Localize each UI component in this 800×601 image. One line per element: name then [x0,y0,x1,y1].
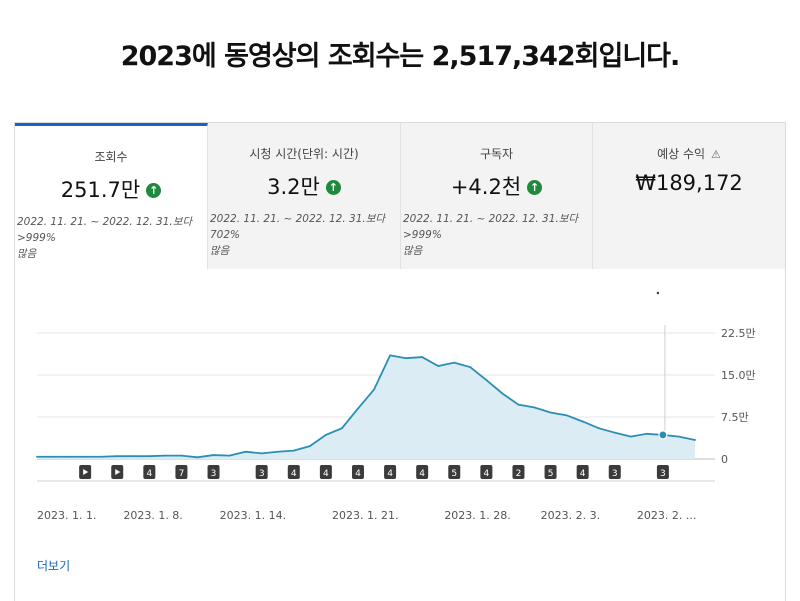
video-marker-label: 4 [291,469,297,479]
arrow-up-icon: ↑ [325,180,341,195]
data-point [212,454,215,456]
y-tick-label: 22.5만 [721,327,756,340]
metric-value: 3.2만 ↑ [208,171,400,201]
data-point [549,411,552,414]
data-point [421,356,424,358]
analytics-panel: 조회수 251.7만 ↑ 2022. 11. 21. ~ 2022. 12. 31… [14,122,786,601]
data-point [324,434,327,436]
data-point [292,449,295,452]
arrow-up-icon: ↑ [527,180,543,195]
data-point [437,365,440,367]
data-point [357,407,359,410]
video-marker-label: 5 [548,469,554,479]
data-point [341,427,343,430]
x-tick-label: 2023. 1. 28. [444,509,510,522]
metric-label: 구독자 [479,147,514,161]
video-marker-label: 4 [355,469,361,479]
data-point [453,361,456,364]
series-area [37,355,695,459]
data-point [68,455,70,458]
x-tick-label: 2023. 1. 21. [332,509,398,522]
data-point [501,392,504,395]
video-marker-label: 4 [580,469,586,479]
data-point [678,435,680,438]
highlight-point [658,430,668,440]
data-point [613,431,616,434]
data-point [373,388,375,391]
data-point [100,455,103,458]
video-marker-label: 5 [451,469,457,479]
data-point [565,414,568,417]
x-tick-label: 2023. 1. 14. [220,509,286,522]
data-point [469,366,472,369]
chart-area: 0 7.5만 15.0만 22.5만 4 7 3 3 4 4 4 4 4 5 4 2 5 4 3 3 2023. 1. … [15,269,785,569]
data-point [180,454,183,457]
metric-label: 조회수 [94,150,128,164]
data-point [485,379,488,381]
y-tick-label: 0 [721,453,728,466]
more-link[interactable]: 더보기 [37,557,70,574]
data-point [52,455,54,458]
video-marker-label: 3 [660,469,666,479]
page-headline: 2023에 동영상의 조회수는 2,517,342회입니다. [120,41,681,72]
warning-icon: ⚠ [711,148,721,161]
views-area-chart: 0 7.5만 15.0만 22.5만 4 7 3 3 4 4 4 4 4 5 4 2 5 4 3 3 2023. 1. … [36,291,756,522]
metric-label: 예상 수익 ⚠ [657,147,721,161]
data-point [533,406,536,409]
data-point [244,450,247,453]
metric-card-views[interactable]: 조회수 251.7만 ↑ 2022. 11. 21. ~ 2022. 12. 31… [15,123,208,269]
video-marker-label: 4 [146,469,152,479]
metric-card-revenue[interactable]: 예상 수익 ⚠ ₩189,172 [593,123,785,269]
data-point [116,455,119,458]
data-point [405,357,408,360]
metric-label: 시청 시간(단위: 시간) [249,147,359,161]
data-point [629,435,632,438]
x-tick-label: 2023. 2. ... [637,509,696,522]
data-point [581,420,584,423]
video-marker-label: 7 [179,469,185,479]
data-point [84,455,87,458]
metric-card-subscribers[interactable]: 구독자 +4.2천 ↑ 2022. 11. 21. ~ 2022. 12. 31.… [401,123,593,269]
y-tick-label: 15.0만 [721,369,756,382]
metric-value: ₩189,172 [635,171,743,195]
metric-value: +4.2천 ↑ [401,171,592,201]
data-point [597,427,600,430]
data-point [694,439,696,441]
metric-value: 251.7만 ↑ [15,174,207,204]
metric-comparison: 2022. 11. 21. ~ 2022. 12. 31.보다 702% 많음 [210,213,386,257]
data-point [645,432,648,435]
video-marker-label: 3 [612,469,618,479]
y-tick-label: 7.5만 [721,411,749,424]
data-point [260,452,263,455]
video-marker-label: 3 [259,469,265,479]
x-tick-label: 2023. 1. 1. [37,509,96,522]
dot-marker [656,291,660,295]
data-point [132,455,135,458]
data-point [276,450,279,453]
video-marker-label: 4 [483,469,489,479]
x-tick-label: 2023. 1. 8. [123,509,182,522]
data-point [148,455,151,458]
video-marker-label: 4 [419,469,425,479]
metric-card-watch-time[interactable]: 시청 시간(단위: 시간) 3.2만 ↑ 2022. 11. 21. ~ 2022… [208,123,401,269]
video-marker-label: 4 [323,469,329,479]
data-point [389,354,391,357]
data-point [196,456,199,459]
metric-cards: 조회수 251.7만 ↑ 2022. 11. 21. ~ 2022. 12. 31… [15,123,785,269]
video-marker-label: 2 [516,469,522,479]
x-tick-label: 2023. 2. 3. [541,509,600,522]
arrow-up-icon: ↑ [146,183,162,198]
video-marker-label: 4 [387,469,393,479]
metric-comparison: 2022. 11. 21. ~ 2022. 12. 31.보다 >999% 많음 [403,213,579,257]
data-point [308,445,311,448]
metric-comparison: 2022. 11. 21. ~ 2022. 12. 31.보다 >999% 많음 [17,216,193,260]
data-point [228,454,231,457]
data-point [517,403,520,406]
data-point [36,455,38,458]
data-point [164,454,167,457]
video-marker-label: 3 [211,469,217,479]
